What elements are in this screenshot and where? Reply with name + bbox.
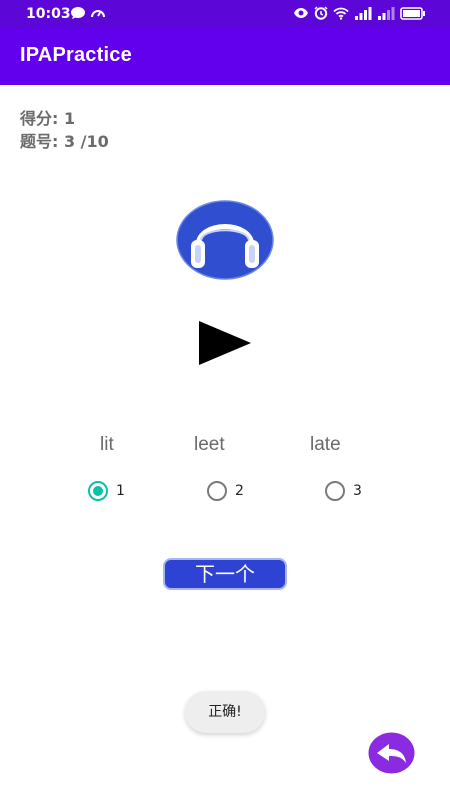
headphones-icon: [176, 200, 274, 280]
radio-label: 1: [116, 483, 125, 499]
reply-arrow-icon: [368, 732, 415, 774]
result-toast: 正确!: [185, 691, 265, 733]
question-number-text: 题号: 3 /10: [20, 132, 109, 151]
wifi-icon: [333, 7, 349, 20]
message-icon: [70, 6, 86, 20]
radio-label: 3: [353, 483, 362, 499]
option-word-2: leet: [194, 434, 225, 455]
radio-option-3[interactable]: 3: [325, 481, 362, 501]
alarm-icon: [314, 6, 328, 20]
radio-button-selected[interactable]: [88, 481, 108, 501]
radio-option-2[interactable]: 2: [207, 481, 244, 501]
signal-icon: [354, 6, 372, 20]
battery-icon: [400, 6, 426, 20]
next-question-button[interactable]: 下一个: [163, 558, 287, 590]
speedometer-icon: [90, 6, 106, 20]
radio-option-1[interactable]: 1: [88, 481, 125, 501]
status-right-icons: [293, 6, 426, 20]
app-bar: IPAPractice: [0, 28, 450, 85]
status-left-icons: [70, 6, 106, 20]
app-title: IPAPractice: [20, 44, 132, 66]
play-icon: [199, 321, 251, 365]
option-word-1: lit: [100, 434, 114, 455]
radio-label: 2: [235, 483, 244, 499]
option-word-3: late: [310, 434, 341, 455]
radio-button[interactable]: [207, 481, 227, 501]
play-button[interactable]: [196, 318, 254, 368]
eye-icon: [293, 7, 309, 19]
score-text: 得分: 1: [20, 109, 76, 128]
signal-icon: [377, 6, 395, 20]
status-bar: 10:03: [0, 0, 450, 28]
status-time: 10:03: [26, 6, 71, 22]
back-button[interactable]: [368, 732, 415, 774]
radio-button[interactable]: [325, 481, 345, 501]
